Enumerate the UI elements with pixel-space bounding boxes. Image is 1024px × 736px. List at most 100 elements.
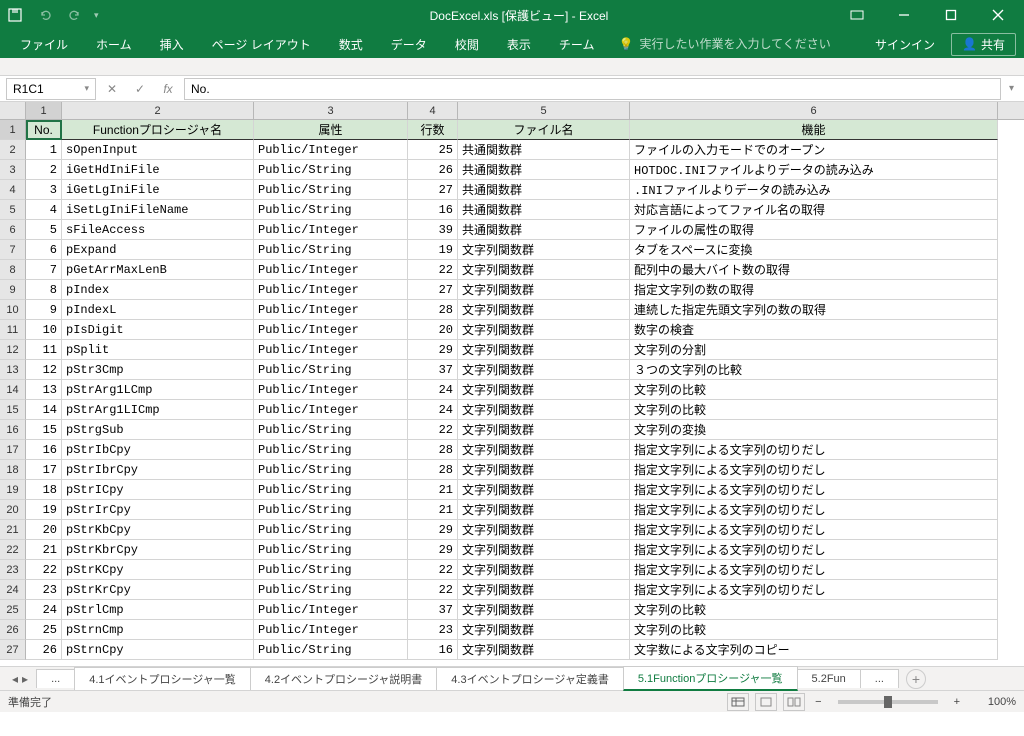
cell[interactable]: 10 [26, 320, 62, 340]
row-header[interactable]: 8 [0, 260, 26, 280]
row-header[interactable]: 12 [0, 340, 26, 360]
cell[interactable]: 指定文字列による文字列の切りだし [630, 540, 998, 560]
row-header[interactable]: 19 [0, 480, 26, 500]
row-header[interactable]: 22 [0, 540, 26, 560]
cell[interactable]: pIndex [62, 280, 254, 300]
cell[interactable]: 24 [26, 600, 62, 620]
cell[interactable]: ファイルの入力モードでのオープン [630, 140, 998, 160]
cell[interactable]: 連続した指定先頭文字列の数の取得 [630, 300, 998, 320]
cell[interactable]: 指定文字列による文字列の切りだし [630, 460, 998, 480]
cell[interactable]: pStrIbCpy [62, 440, 254, 460]
maximize-icon[interactable] [928, 1, 973, 29]
cell[interactable]: 29 [408, 340, 458, 360]
cell[interactable]: Public/String [254, 460, 408, 480]
fx-icon[interactable]: fx [156, 78, 180, 100]
cell[interactable]: 文字列関数群 [458, 280, 630, 300]
cell[interactable]: Public/String [254, 580, 408, 600]
cell[interactable]: 19 [408, 240, 458, 260]
table-header[interactable]: 機能 [630, 120, 998, 140]
cell[interactable]: 22 [408, 560, 458, 580]
cell[interactable]: 16 [408, 200, 458, 220]
cell[interactable]: 指定文字列による文字列の切りだし [630, 560, 998, 580]
cell[interactable]: 21 [408, 480, 458, 500]
cell[interactable]: 16 [408, 640, 458, 660]
cell[interactable]: 5 [26, 220, 62, 240]
cell[interactable]: 文字列関数群 [458, 440, 630, 460]
cell[interactable]: 7 [26, 260, 62, 280]
close-icon[interactable] [975, 1, 1020, 29]
cell[interactable]: 共通関数群 [458, 220, 630, 240]
cell[interactable]: 文字列関数群 [458, 260, 630, 280]
tab-page-layout[interactable]: ページ レイアウト [200, 32, 323, 57]
signin-link[interactable]: サインイン [875, 36, 935, 53]
redo-icon[interactable] [64, 4, 86, 26]
cell[interactable]: Public/Integer [254, 280, 408, 300]
row-header[interactable]: 17 [0, 440, 26, 460]
ribbon-display-icon[interactable] [834, 1, 879, 29]
col-header[interactable]: 6 [630, 102, 998, 119]
cell[interactable]: Public/String [254, 160, 408, 180]
cell[interactable]: 文字列関数群 [458, 480, 630, 500]
cell[interactable]: 18 [26, 480, 62, 500]
qat-dropdown-icon[interactable]: ▾ [94, 10, 99, 21]
cell[interactable]: Public/String [254, 640, 408, 660]
formula-expand-icon[interactable]: ▾ [1005, 83, 1018, 94]
cell[interactable]: pStrKbCpy [62, 520, 254, 540]
cell[interactable]: pStrIrCpy [62, 500, 254, 520]
cell[interactable]: 37 [408, 360, 458, 380]
cell[interactable]: iGetLgIniFile [62, 180, 254, 200]
cell[interactable]: 文字列関数群 [458, 380, 630, 400]
select-all-corner[interactable] [0, 102, 26, 119]
table-header[interactable]: Functionプロシージャ名 [62, 120, 254, 140]
cell[interactable]: 文字列関数群 [458, 500, 630, 520]
cell[interactable]: 28 [408, 440, 458, 460]
sheet-tab[interactable]: 4.1イベントプロシージャ一覧 [74, 667, 251, 690]
sheet-tab[interactable]: 4.2イベントプロシージャ説明書 [250, 667, 438, 690]
row-header[interactable]: 24 [0, 580, 26, 600]
cell[interactable]: 22 [26, 560, 62, 580]
cell[interactable]: 11 [26, 340, 62, 360]
cell[interactable]: Public/String [254, 520, 408, 540]
cell[interactable]: 29 [408, 540, 458, 560]
cell[interactable]: pGetArrMaxLenB [62, 260, 254, 280]
cell[interactable]: pExpand [62, 240, 254, 260]
tab-data[interactable]: データ [379, 32, 439, 57]
cell[interactable]: 4 [26, 200, 62, 220]
cell[interactable]: Public/String [254, 360, 408, 380]
cell[interactable]: 指定文字列による文字列の切りだし [630, 440, 998, 460]
cell[interactable]: 共通関数群 [458, 180, 630, 200]
cell[interactable]: Public/Integer [254, 220, 408, 240]
cell[interactable]: pStrnCmp [62, 620, 254, 640]
zoom-slider[interactable] [838, 700, 938, 704]
cell[interactable]: 14 [26, 400, 62, 420]
cell[interactable]: pSplit [62, 340, 254, 360]
cell[interactable]: 22 [408, 260, 458, 280]
cell[interactable]: pStrArg1LICmp [62, 400, 254, 420]
cell[interactable]: Public/Integer [254, 260, 408, 280]
row-header[interactable]: 21 [0, 520, 26, 540]
row-header[interactable]: 1 [0, 120, 26, 140]
cell[interactable]: pIsDigit [62, 320, 254, 340]
cell[interactable]: 25 [26, 620, 62, 640]
save-icon[interactable] [4, 4, 26, 26]
table-header[interactable]: 行数 [408, 120, 458, 140]
row-header[interactable]: 26 [0, 620, 26, 640]
cell[interactable]: 数字の検査 [630, 320, 998, 340]
cancel-formula-icon[interactable]: ✕ [100, 78, 124, 100]
row-header[interactable]: 6 [0, 220, 26, 240]
cell[interactable]: 指定文字列による文字列の切りだし [630, 520, 998, 540]
cell[interactable]: pStrgSub [62, 420, 254, 440]
cell[interactable]: 27 [408, 180, 458, 200]
cell[interactable]: Public/String [254, 440, 408, 460]
cell[interactable]: pIndexL [62, 300, 254, 320]
cell[interactable]: .INIファイルよりデータの読み込み [630, 180, 998, 200]
cell[interactable]: 20 [408, 320, 458, 340]
cell[interactable]: 文字列関数群 [458, 240, 630, 260]
cell[interactable]: 28 [408, 460, 458, 480]
cell[interactable]: 15 [26, 420, 62, 440]
cell[interactable]: 文字列関数群 [458, 400, 630, 420]
cell[interactable]: Public/Integer [254, 620, 408, 640]
cell[interactable]: 21 [408, 500, 458, 520]
cell[interactable]: 対応言語によってファイル名の取得 [630, 200, 998, 220]
cell[interactable]: 19 [26, 500, 62, 520]
